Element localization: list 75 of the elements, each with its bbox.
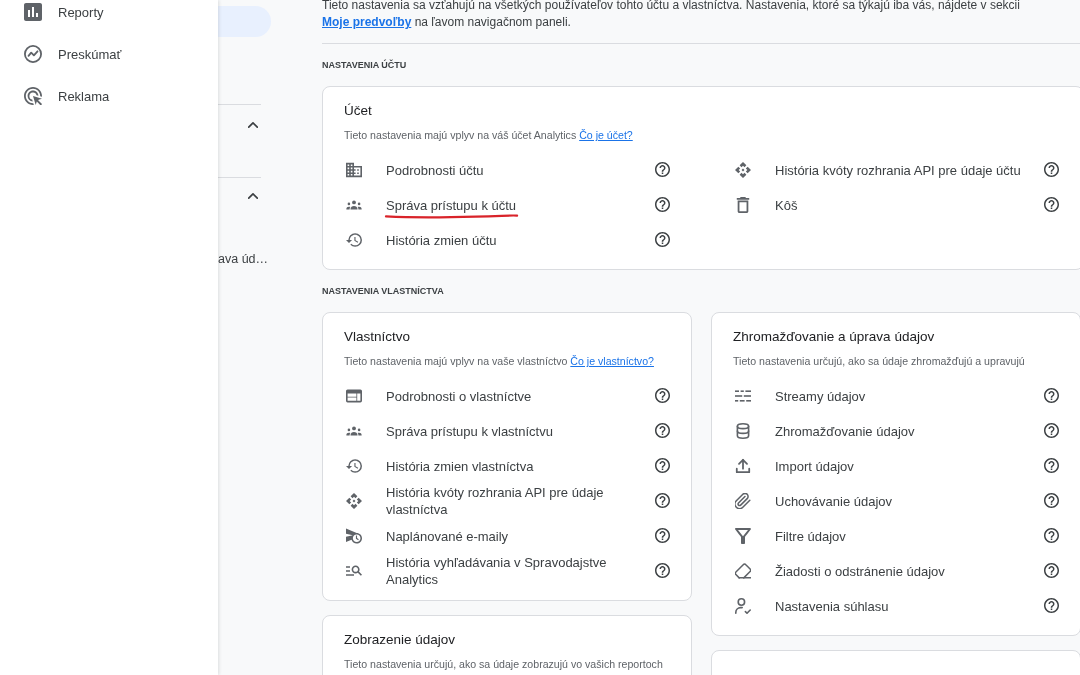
nav-item[interactable]: ava úd… [218,241,269,277]
chevron-up-icon[interactable] [248,120,258,130]
help-icon[interactable] [1044,162,1059,177]
help-link[interactable]: Čo je vlastníctvo? [570,355,654,367]
help-icon[interactable] [1044,388,1059,403]
help-icon[interactable] [1044,598,1059,613]
settings-link[interactable]: Filtre údajov [775,527,846,545]
help-link[interactable]: Čo je účet? [579,129,633,141]
help-icon[interactable] [1044,423,1059,438]
help-icon[interactable] [655,563,670,578]
card-title: Účet [344,102,373,120]
settings-link[interactable]: História kvóty rozhrania API pre údaje vlastníctva [386,483,638,518]
cursor-target-icon [24,87,42,105]
window-panel-icon [346,387,362,404]
eraser-icon [735,562,751,579]
send-clock-icon [346,527,362,544]
settings-link[interactable]: Uchovávanie údajov [775,492,893,510]
card-description: Tieto nastavenia majú vplyv na váš účet Analytics Čo je účet? [344,128,634,142]
card-description: Tieto nastavenia majú vplyv na vaše vlastníctvo Čo je vlastníctvo? [344,354,655,368]
diamond-arrows-icon [346,492,362,509]
list-search-icon [346,562,362,579]
paperclip-icon [735,492,751,509]
help-icon[interactable] [655,197,670,212]
settings-link[interactable]: Naplánované e-maily [386,527,509,545]
help-icon[interactable] [655,162,670,177]
settings-link[interactable]: Import údajov [775,457,854,475]
card-description: Tieto nastavenia určujú, ako sa údaje zhromažďujú a upravujú [733,354,1026,368]
nav-item[interactable]: Reporty [0,0,210,33]
trend-circle-icon [24,45,42,63]
settings-link[interactable]: Podrobnosti účtu [386,161,484,179]
settings-link[interactable]: História kvóty rozhrania API pre údaje účtu [775,161,1021,179]
history-icon [346,231,362,248]
chevron-up-icon[interactable] [248,191,258,201]
database-icon [735,422,751,439]
card-description: Tieto nastavenia určujú, ako sa údaje zobrazujú vo vašich reportoch [344,657,664,671]
bar-chart-icon [24,3,42,21]
settings-link[interactable]: Správa prístupu k vlastníctvu [386,422,553,440]
intro-text: Tieto nastavenia sa vzťahujú na všetkých používateľov tohto účtu a vlastníctva. Nastavenia, ktoré sa týkajú iba vás, nájdete v sekcii Moje predvoľby na ľavom navigačnom paneli. [322,0,1021,31]
help-icon[interactable] [1044,528,1059,543]
help-icon[interactable] [655,232,670,247]
settings-link[interactable]: Zhromažďovanie údajov [775,422,915,440]
section-heading: NASTAVENIA ÚČTU [322,59,408,71]
settings-link[interactable]: Podrobnosti o vlastníctve [386,387,532,405]
card-title: Zhromažďovanie a úprava údajov [733,328,936,346]
settings-link[interactable]: História zmien vlastníctva [386,457,534,475]
settings-link[interactable]: História vyhľadávania v Spravodajstve Analytics [386,553,638,588]
settings-link[interactable]: História zmien účtu [386,231,497,249]
nav-item[interactable]: Reklama [0,75,210,117]
settings-link[interactable]: Nastavenia súhlasu [775,597,889,615]
settings-link[interactable]: Kôš [775,196,798,214]
help-icon[interactable] [1044,493,1059,508]
preferences-link[interactable]: Moje predvoľby [322,15,412,29]
help-icon[interactable] [1044,458,1059,473]
diamond-arrows-icon [735,161,751,178]
settings-link[interactable]: Žiadosti o odstránenie údajov [775,562,945,580]
card-title: Zobrazenie údajov [344,631,457,649]
history-icon [346,457,362,474]
help-icon[interactable] [1044,563,1059,578]
help-icon[interactable] [655,458,670,473]
section-heading: NASTAVENIA VLASTNÍCTVA [322,285,445,297]
help-icon[interactable] [655,388,670,403]
help-icon[interactable] [655,528,670,543]
nav-item[interactable]: Preskúmať [0,33,210,75]
help-icon[interactable] [1044,197,1059,212]
card-title: Vlastníctvo [344,328,412,346]
help-icon[interactable] [655,423,670,438]
settings-link[interactable]: Streamy údajov [775,387,866,405]
help-icon[interactable] [655,493,670,508]
user-check-icon [735,597,751,614]
upload-icon [735,457,751,474]
settings-link[interactable]: Správa prístupu k účtu [386,196,517,214]
filter-icon [735,527,751,544]
trash-icon [735,196,751,213]
building-icon [346,161,362,178]
dashed-lines-icon [735,387,751,404]
